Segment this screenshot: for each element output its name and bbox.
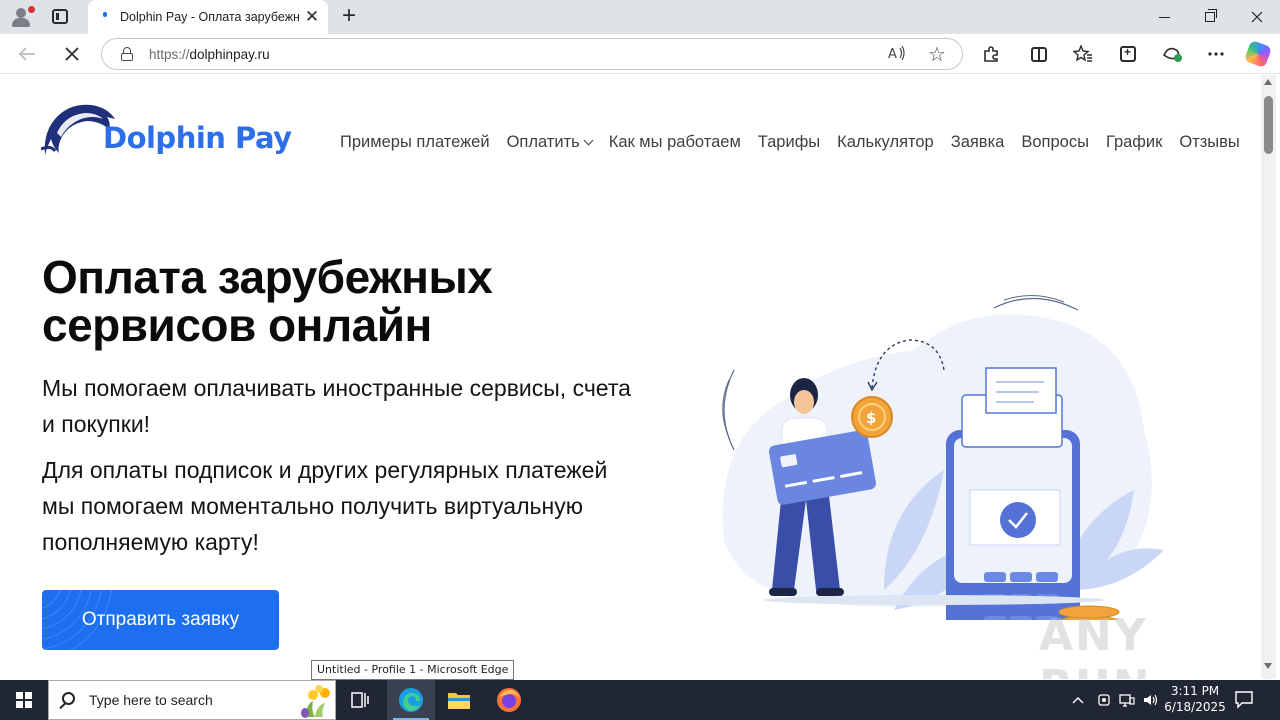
- nav-examples[interactable]: Примеры платежей: [340, 133, 490, 152]
- hero-paragraph-2: Для оплаты подписок и других регулярных …: [42, 457, 608, 555]
- clock-date: 6/18/2025: [1164, 700, 1226, 714]
- performance-icon[interactable]: [1161, 42, 1185, 66]
- windows-logo-icon: [16, 692, 32, 708]
- clock-time: 3:11 PM: [1170, 684, 1220, 698]
- nav-how-we-work[interactable]: Как мы работаем: [609, 133, 741, 152]
- hero-title-line1: Оплата зарубежных: [42, 251, 493, 303]
- hero-title: Оплата зарубежных сервисов онлайн: [42, 253, 602, 349]
- tab-close-icon[interactable]: ✕: [302, 7, 322, 27]
- taskbar-search[interactable]: Type here to search: [48, 680, 336, 720]
- profile-icon[interactable]: [8, 5, 36, 29]
- site-logo[interactable]: Dolphin Pay: [40, 93, 292, 159]
- search-icon: [62, 692, 75, 705]
- chevron-down-icon: [583, 135, 594, 146]
- minimize-button[interactable]: [1141, 0, 1187, 34]
- back-icon[interactable]: [15, 42, 39, 66]
- scroll-down-icon[interactable]: [1264, 663, 1272, 669]
- device-icon[interactable]: [1094, 680, 1114, 720]
- nav-reviews[interactable]: Отзывы: [1179, 133, 1239, 152]
- nav-pay[interactable]: Оплатить: [506, 133, 594, 152]
- address-bar[interactable]: https://dolphinpay.ru A ☆: [101, 38, 963, 70]
- collections-icon[interactable]: [1116, 42, 1140, 66]
- restore-button[interactable]: [1187, 0, 1233, 34]
- volume-icon[interactable]: [1141, 680, 1161, 720]
- new-tab-button[interactable]: +: [336, 4, 362, 30]
- svg-text:A: A: [888, 47, 897, 61]
- scroll-up-icon[interactable]: [1264, 79, 1272, 85]
- payment-illustration: $: [722, 295, 1164, 620]
- lock-icon[interactable]: [120, 47, 134, 61]
- tab-title: Dolphin Pay - Оплата зарубежны: [120, 10, 300, 24]
- svg-text:$: $: [866, 409, 876, 427]
- nav-application[interactable]: Заявка: [951, 133, 1005, 152]
- system-clock[interactable]: 3:11 PM 6/18/2025: [1163, 683, 1227, 715]
- nav-tariffs[interactable]: Тарифы: [758, 133, 820, 152]
- page-scrollbar[interactable]: [1261, 75, 1276, 679]
- task-view-icon[interactable]: [336, 680, 384, 720]
- stop-loading-icon[interactable]: [60, 42, 84, 66]
- tab-bar: Dolphin Pay - Оплата зарубежны ✕ +: [0, 0, 1280, 34]
- split-screen-icon[interactable]: [1027, 42, 1051, 66]
- read-aloud-icon[interactable]: A: [888, 45, 906, 64]
- watermark-text: ANY RUN: [1039, 610, 1149, 679]
- firefox-icon[interactable]: [485, 680, 533, 720]
- start-button[interactable]: [0, 680, 48, 720]
- hero-paragraph-1: Мы помогаем оплачивать иностранные серви…: [42, 375, 631, 437]
- more-icon[interactable]: [1204, 42, 1228, 66]
- send-application-label: Отправить заявку: [81, 609, 240, 630]
- taskbar-tooltip: Untitled - Profile 1 - Microsoft Edge: [311, 660, 515, 680]
- main-nav: Примеры платежей Оплатить Как мы работае…: [340, 133, 1240, 152]
- site-favicon-icon: [103, 12, 107, 17]
- scroll-thumb[interactable]: [1264, 96, 1273, 154]
- favorites-icon[interactable]: [1071, 42, 1095, 66]
- nav-pay-label: Оплатить: [506, 133, 580, 151]
- tab-actions-icon[interactable]: [52, 9, 68, 24]
- nav-questions[interactable]: Вопросы: [1021, 133, 1089, 152]
- logo-text: Dolphin Pay: [103, 121, 292, 155]
- send-application-button[interactable]: Отправить заявку: [42, 590, 279, 650]
- favorite-star-icon[interactable]: ☆: [928, 42, 946, 67]
- show-hidden-icons-icon[interactable]: [1068, 680, 1088, 720]
- windows-taskbar: Type here to search 3:11 PM 6/18/2025: [0, 680, 1280, 720]
- extensions-icon[interactable]: [979, 42, 1003, 66]
- close-window-button[interactable]: [1234, 0, 1280, 34]
- file-explorer-icon[interactable]: [435, 680, 483, 720]
- notifications-icon[interactable]: [1234, 689, 1254, 709]
- url-text[interactable]: https://dolphinpay.ru: [149, 47, 270, 62]
- network-icon[interactable]: [1117, 680, 1137, 720]
- nav-schedule[interactable]: График: [1106, 133, 1162, 152]
- edge-icon[interactable]: [387, 680, 435, 720]
- page-viewport: Dolphin Pay Примеры платежей Оплатить Ка…: [4, 75, 1260, 679]
- tab-active[interactable]: Dolphin Pay - Оплата зарубежны ✕: [88, 0, 328, 34]
- copilot-icon[interactable]: [1243, 39, 1273, 69]
- search-highlight-icon: [301, 685, 330, 718]
- search-placeholder: Type here to search: [89, 692, 213, 708]
- hero-title-line2: сервисов онлайн: [42, 299, 432, 351]
- nav-calculator[interactable]: Калькулятор: [837, 133, 934, 152]
- browser-toolbar: https://dolphinpay.ru A ☆: [0, 34, 1280, 74]
